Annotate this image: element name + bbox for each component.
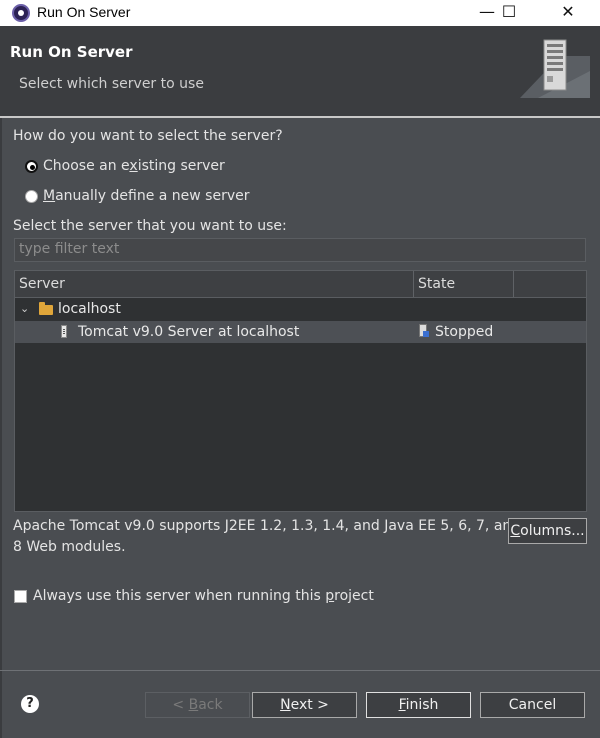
- server-icon: [61, 325, 67, 338]
- header-separator: [0, 116, 600, 118]
- server-table[interactable]: Server State ⌄ localhost Tomcat v9.0 Ser…: [14, 270, 587, 512]
- table-header: Server State: [15, 271, 586, 298]
- server-state-icon: [419, 324, 429, 337]
- column-header-server[interactable]: Server: [15, 271, 414, 297]
- folder-icon: [39, 302, 53, 315]
- column-header-state[interactable]: State: [414, 271, 514, 297]
- back-button[interactable]: < Back: [145, 692, 250, 718]
- server-tower-icon: [520, 39, 590, 98]
- always-use-checkbox[interactable]: [14, 590, 27, 603]
- server-description-line1: Apache Tomcat v9.0 supports J2EE 1.2, 1.…: [13, 518, 521, 534]
- chevron-down-icon[interactable]: ⌄: [20, 298, 29, 320]
- tree-row-tomcat[interactable]: Tomcat v9.0 Server at localhost Stopped: [15, 321, 586, 343]
- title-bar: Run On Server — ☐ ✕: [0, 0, 600, 26]
- wizard-header: Run On Server Select which server to use: [0, 26, 600, 116]
- radio-existing-label[interactable]: Choose an existing server: [43, 158, 225, 174]
- close-button[interactable]: ✕: [546, 0, 590, 26]
- finish-button[interactable]: Finish: [366, 692, 471, 718]
- next-button[interactable]: Next >: [252, 692, 357, 718]
- wizard-title: Run On Server: [10, 43, 133, 61]
- tree-label-localhost: localhost: [58, 301, 121, 317]
- footer-separator: [0, 670, 600, 671]
- wizard-description: Select which server to use: [19, 76, 204, 92]
- server-list-prompt: Select the server that you want to use:: [13, 218, 287, 234]
- maximize-button[interactable]: ☐: [487, 0, 531, 26]
- left-edge: [0, 26, 2, 738]
- filter-placeholder: type filter text: [19, 241, 120, 257]
- help-icon[interactable]: ?: [21, 695, 39, 713]
- radio-existing-server[interactable]: [25, 160, 38, 173]
- eclipse-app-icon: [12, 4, 30, 22]
- window-title: Run On Server: [37, 4, 131, 20]
- cancel-button[interactable]: Cancel: [480, 692, 585, 718]
- columns-button[interactable]: Columns...: [508, 518, 587, 544]
- radio-new-label[interactable]: Manually define a new server: [43, 188, 250, 204]
- tree-row-localhost[interactable]: ⌄ localhost: [15, 298, 586, 320]
- tree-label-tomcat: Tomcat v9.0 Server at localhost: [78, 324, 300, 340]
- filter-input[interactable]: type filter text: [14, 238, 586, 262]
- radio-new-server[interactable]: [25, 190, 38, 203]
- selection-question: How do you want to select the server?: [13, 128, 283, 144]
- server-description-line2: 8 Web modules.: [13, 539, 126, 555]
- server-state: Stopped: [435, 324, 494, 340]
- always-use-label[interactable]: Always use this server when running this…: [33, 588, 374, 604]
